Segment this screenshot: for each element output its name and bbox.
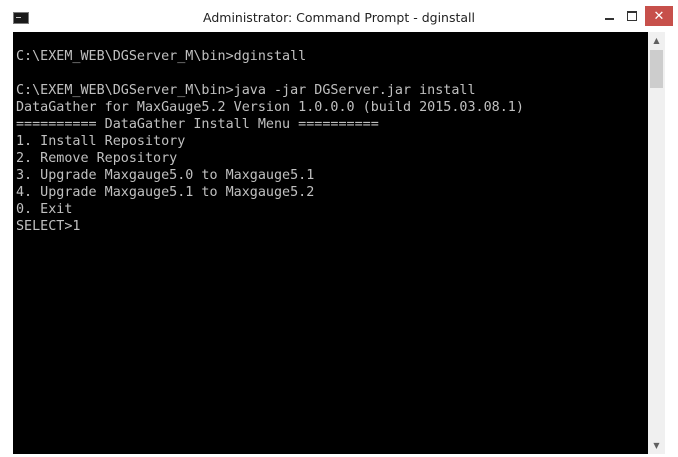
console-line: 0. Exit <box>16 202 73 217</box>
scroll-up-arrow-icon[interactable]: ▲ <box>648 32 665 49</box>
title-bar[interactable]: Administrator: Command Prompt - dginstal… <box>3 2 675 32</box>
console-line: 3. Upgrade Maxgauge5.0 to Maxgauge5.1 <box>16 168 315 183</box>
console-prompt-line: SELECT>1 <box>16 219 81 234</box>
console-line: C:\EXEM_WEB\DGServer_M\bin>dginstall <box>16 49 307 64</box>
scroll-thumb[interactable] <box>650 50 663 88</box>
window-title: Administrator: Command Prompt - dginstal… <box>203 10 475 25</box>
close-button[interactable]: ✕ <box>645 6 673 26</box>
console-line: 2. Remove Repository <box>16 151 178 166</box>
minimize-button[interactable] <box>598 6 620 26</box>
vertical-scrollbar[interactable]: ▲ ▼ <box>648 32 665 454</box>
close-icon: ✕ <box>653 8 665 24</box>
console-line: ========== DataGather Install Menu =====… <box>16 117 379 132</box>
console-output: C:\EXEM_WEB\DGServer_M\bin>dginstall C:\E… <box>16 48 524 235</box>
maximize-icon <box>627 11 637 21</box>
command-prompt-window: Administrator: Command Prompt - dginstal… <box>3 2 675 454</box>
console-line: 4. Upgrade Maxgauge5.1 to Maxgauge5.2 <box>16 185 315 200</box>
scroll-down-arrow-icon[interactable]: ▼ <box>648 437 665 454</box>
console-line: C:\EXEM_WEB\DGServer_M\bin>java -jar DGS… <box>16 83 476 98</box>
maximize-button[interactable] <box>620 6 644 26</box>
console-line: 1. Install Repository <box>16 134 186 149</box>
console-line: DataGather for MaxGauge5.2 Version 1.0.0… <box>16 100 524 115</box>
minimize-icon <box>604 18 614 20</box>
console-area[interactable]: C:\EXEM_WEB\DGServer_M\bin>dginstall C:\E… <box>13 32 665 454</box>
